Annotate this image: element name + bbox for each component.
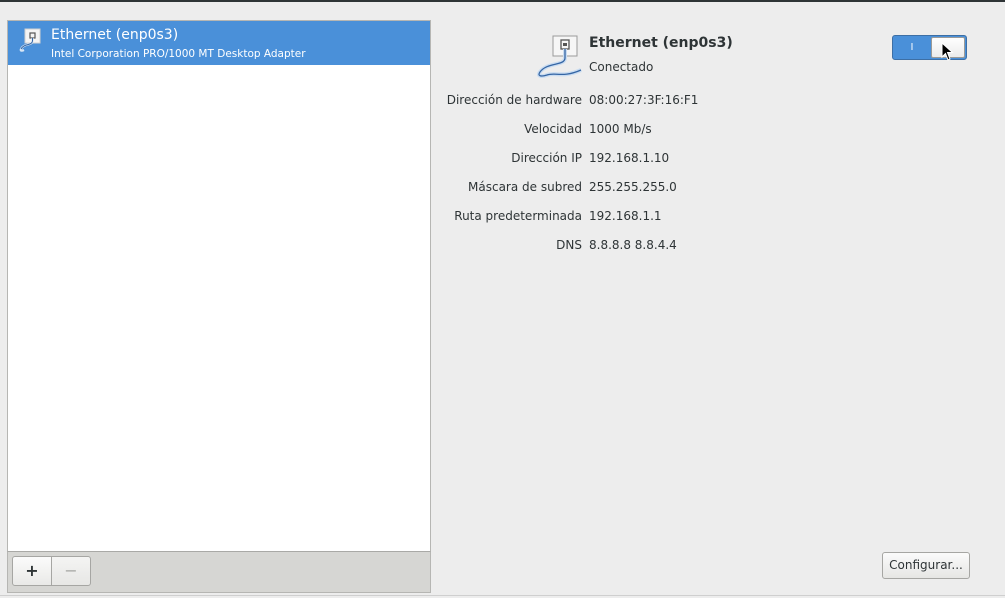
add-device-button[interactable]: + <box>12 556 52 586</box>
connection-status: Conectado <box>589 60 654 74</box>
info-label: Velocidad <box>524 122 582 136</box>
info-value: 255.255.255.0 <box>589 180 677 194</box>
info-value: 192.168.1.10 <box>589 151 670 165</box>
bottom-border <box>0 595 1005 596</box>
info-value: 192.168.1.1 <box>589 209 662 223</box>
info-row-dns: DNS 8.8.8.8 8.8.4.4 <box>0 238 1005 256</box>
info-row-speed: Velocidad 1000 Mb/s <box>0 122 1005 140</box>
top-border <box>0 0 1005 2</box>
connection-toggle-switch[interactable]: I <box>892 35 967 60</box>
device-list-toolbar: + − <box>7 551 431 593</box>
info-value: 08:00:27:3F:16:F1 <box>589 93 699 107</box>
device-name: Ethernet (enp0s3) <box>51 27 179 43</box>
mouse-pointer-icon <box>941 41 955 62</box>
ethernet-cable-icon <box>535 34 583 80</box>
wired-network-icon <box>18 28 42 52</box>
info-row-hardware-address: Dirección de hardware 08:00:27:3F:16:F1 <box>0 93 1005 111</box>
info-label: Ruta predeterminada <box>454 209 582 223</box>
info-label: DNS <box>556 238 582 252</box>
info-row-subnet-mask: Máscara de subred 255.255.255.0 <box>0 180 1005 198</box>
info-label: Dirección de hardware <box>446 93 582 107</box>
connection-title: Ethernet (enp0s3) <box>589 35 733 51</box>
device-list-item-ethernet[interactable]: Ethernet (enp0s3) Intel Corporation PRO/… <box>8 21 430 65</box>
info-label: Máscara de subred <box>468 180 582 194</box>
device-description: Intel Corporation PRO/1000 MT Desktop Ad… <box>51 48 306 60</box>
info-value: 1000 Mb/s <box>589 122 652 136</box>
info-row-default-route: Ruta predeterminada 192.168.1.1 <box>0 209 1005 227</box>
configure-button[interactable]: Configurar... <box>882 552 970 579</box>
info-row-ip-address: Dirección IP 192.168.1.10 <box>0 151 1005 169</box>
switch-on-label: I <box>910 42 914 53</box>
remove-device-button[interactable]: − <box>51 556 91 586</box>
info-value: 8.8.8.8 8.8.4.4 <box>589 238 677 252</box>
info-label: Dirección IP <box>511 151 582 165</box>
